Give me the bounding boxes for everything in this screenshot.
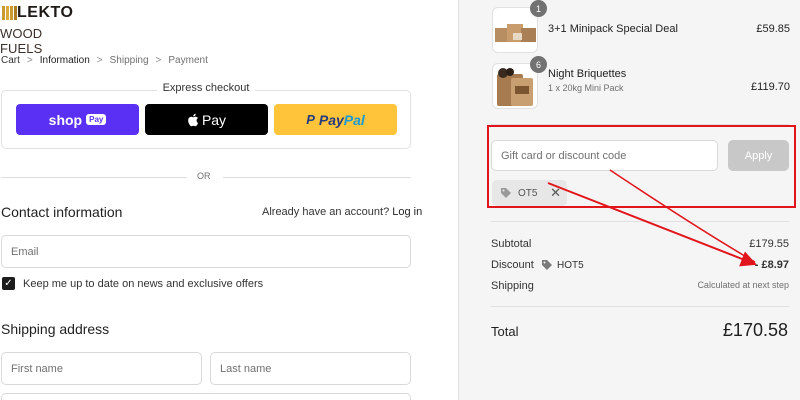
product-boxes-icon — [495, 24, 536, 42]
discount-code-input[interactable] — [491, 140, 718, 171]
shipping-row: Shipping Calculated at next step — [491, 280, 789, 292]
first-name-field[interactable] — [1, 352, 202, 385]
discount-value: - £8.97 — [754, 259, 789, 271]
lekto-logo[interactable]: LEKTO WOOD FUELS — [0, 2, 80, 56]
subtotal-value: £179.55 — [749, 238, 789, 250]
product-price: £119.70 — [751, 81, 790, 93]
tag-icon — [542, 260, 552, 270]
chevron-right-icon: > — [26, 55, 33, 66]
express-checkout-title: Express checkout — [0, 82, 412, 94]
chevron-right-icon: > — [155, 55, 162, 66]
applied-discount-chip: OT5 ✕ — [492, 180, 567, 206]
discount-row: Discount HOT5 - £8.97 — [491, 259, 789, 271]
apple-pay-label: Pay — [201, 111, 227, 128]
newsletter-checkbox-row[interactable]: ✓ Keep me up to date on news and exclusi… — [2, 277, 263, 290]
shipping-value: Calculated at next step — [697, 280, 789, 290]
apple-icon — [188, 113, 198, 126]
discount-code-text: HOT5 — [557, 259, 584, 271]
checkbox-checked-icon[interactable]: ✓ — [2, 277, 15, 290]
breadcrumb: Cart > Information > Shipping > Payment — [1, 55, 208, 66]
logo-text-bottom: WOOD FUELS — [0, 26, 43, 56]
divider — [491, 124, 789, 125]
apply-discount-button[interactable]: Apply — [728, 140, 789, 171]
last-name-field[interactable] — [210, 352, 411, 385]
account-prompt-text: Already have an account? — [262, 206, 390, 218]
or-line-left — [1, 177, 187, 178]
discount-label: Discount — [491, 259, 534, 271]
wood-stack-icon — [2, 6, 17, 20]
cart-line-item: 6 Night Briquettes 1 x 20kg Mini Pack £1… — [492, 56, 800, 109]
quantity-badge: 1 — [530, 0, 547, 17]
chevron-right-icon: > — [96, 55, 103, 66]
paypal-word-pal: Pal — [343, 111, 365, 128]
or-divider: OR — [1, 171, 411, 185]
product-price: £59.85 — [756, 23, 790, 35]
or-line-right — [223, 177, 411, 178]
quantity-badge: 6 — [530, 56, 547, 73]
logo-text-top: LEKTO — [17, 4, 74, 21]
applied-code-text: OT5 — [518, 187, 538, 199]
address-field[interactable] — [1, 393, 411, 400]
shipping-address-heading: Shipping address — [1, 321, 110, 337]
subtotal-row: Subtotal £179.55 — [491, 238, 789, 250]
contact-heading: Contact information — [1, 204, 123, 220]
discount-code-badge: HOT5 — [541, 259, 584, 271]
apple-pay-button[interactable]: Pay — [145, 104, 268, 135]
product-name: 3+1 Minipack Special Deal — [548, 23, 678, 35]
cart-line-item: 1 3+1 Minipack Special Deal £59.85 — [492, 0, 800, 53]
checkout-form-panel: LEKTO WOOD FUELS Cart > Information > Sh… — [0, 0, 458, 400]
product-variant: 1 x 20kg Mini Pack — [548, 83, 624, 93]
breadcrumb-cart[interactable]: Cart — [1, 55, 20, 66]
newsletter-label: Keep me up to date on news and exclusive… — [23, 277, 264, 290]
login-prompt: Already have an account? Log in — [262, 206, 422, 218]
divider — [491, 306, 789, 307]
breadcrumb-shipping: Shipping — [109, 55, 149, 66]
breadcrumb-information: Information — [39, 55, 90, 66]
breadcrumb-payment: Payment — [168, 55, 208, 66]
login-link[interactable]: Log in — [392, 206, 422, 218]
subtotal-label: Subtotal — [491, 238, 532, 250]
order-summary-panel: 1 3+1 Minipack Special Deal £59.85 6 Nig… — [458, 0, 800, 400]
remove-discount-icon[interactable]: ✕ — [550, 185, 561, 201]
paypal-word-pay: Pay — [318, 111, 344, 128]
shop-pay-button[interactable]: shop Pay — [16, 104, 139, 135]
express-checkout-title-text: Express checkout — [156, 82, 256, 94]
shop-pay-word: shop — [48, 111, 83, 128]
tag-icon — [501, 188, 511, 198]
or-text: OR — [197, 171, 211, 181]
total-label: Total — [491, 324, 519, 339]
paypal-button[interactable]: P Pay Pal — [274, 104, 397, 135]
paypal-p-icon: P — [306, 112, 315, 127]
total-value: £170.58 — [722, 320, 788, 340]
shop-pay-tag: Pay — [86, 114, 107, 125]
divider — [491, 221, 789, 222]
shipping-label: Shipping — [491, 280, 534, 292]
email-field[interactable] — [1, 235, 411, 268]
briquettes-bag-icon — [497, 68, 533, 106]
product-name: Night Briquettes — [548, 68, 627, 80]
